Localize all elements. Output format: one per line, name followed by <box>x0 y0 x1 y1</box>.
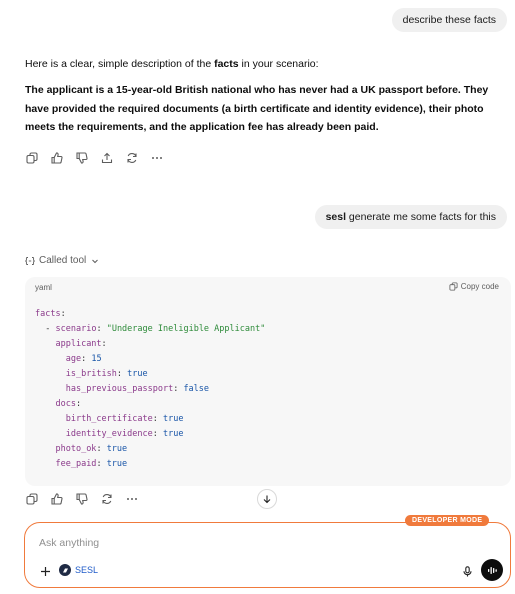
code-line: birth_certificate: true <box>65 414 184 424</box>
code-content: facts: - scenario: "Underage Ineligible … <box>35 307 265 472</box>
code-key: facts <box>35 309 61 319</box>
copy-icon[interactable] <box>25 492 39 506</box>
user-message-bubble: sesl generate me some facts for this <box>314 205 507 229</box>
copy-code-button[interactable]: Copy code <box>449 282 499 291</box>
code-key: photo_ok <box>55 444 97 454</box>
tool-icon <box>25 256 35 265</box>
code-line: - scenario: "Underage Ineligible Applica… <box>45 324 266 334</box>
code-line: is_british: true <box>65 369 148 379</box>
assistant-body-text: The applicant is a 15-year-old British n… <box>25 84 489 133</box>
code-language: yaml <box>35 283 52 292</box>
scroll-to-bottom-button[interactable] <box>257 489 277 509</box>
thumbs-up-icon[interactable] <box>50 492 64 506</box>
regenerate-icon[interactable] <box>100 492 114 506</box>
more-icon[interactable] <box>150 151 164 165</box>
sesl-app-icon <box>59 564 71 576</box>
code-value: true <box>162 414 184 424</box>
tool-chip-label: SESL <box>75 565 99 575</box>
code-key: applicant <box>55 339 102 349</box>
code-key: docs <box>55 399 76 409</box>
code-value: "Underage Ineligible Applicant" <box>106 324 266 334</box>
code-line: age: 15 <box>65 354 102 364</box>
assistant-intro-text: Here is a clear, simple description of t… <box>25 58 215 70</box>
code-block: yaml Copy code facts: - scenario: "Under… <box>25 277 511 486</box>
share-icon[interactable] <box>100 151 114 165</box>
code-key: age <box>65 354 82 364</box>
tool-chip-sesl[interactable]: SESL <box>59 564 98 576</box>
code-value: true <box>127 369 148 379</box>
message-actions <box>25 492 139 506</box>
thumbs-up-icon[interactable] <box>50 151 64 165</box>
plus-icon <box>40 566 50 576</box>
waveform-icon <box>487 566 497 574</box>
more-icon[interactable] <box>125 492 139 506</box>
arrow-down-icon <box>263 495 271 504</box>
code-key: fee_paid <box>55 459 97 469</box>
dictate-button[interactable] <box>460 564 474 578</box>
copy-icon <box>449 282 458 291</box>
copy-icon[interactable] <box>25 151 39 165</box>
code-value: true <box>162 429 184 439</box>
user-message-mention: sesl <box>325 211 347 223</box>
regenerate-icon[interactable] <box>125 151 139 165</box>
thumbs-down-icon[interactable] <box>75 151 89 165</box>
copy-code-label: Copy code <box>460 282 499 291</box>
user-message-text: describe these facts <box>402 14 496 26</box>
code-line: photo_ok: true <box>55 444 128 454</box>
code-key: has_previous_passport <box>65 384 174 394</box>
code-line: applicant: <box>55 339 107 349</box>
assistant-intro-tail: in your scenario: <box>238 58 319 70</box>
composer: Ask anything SESL <box>24 522 511 588</box>
code-key: birth_certificate <box>65 414 153 424</box>
code-value: true <box>106 444 128 454</box>
chevron-down-icon <box>92 259 99 263</box>
add-attachment-button[interactable] <box>38 564 52 578</box>
code-key: scenario <box>55 324 97 334</box>
code-line: facts: <box>35 309 66 319</box>
code-key: is_british <box>65 369 117 379</box>
called-tool-toggle[interactable]: Called tool <box>25 255 100 266</box>
code-line: docs: <box>55 399 82 409</box>
code-value: 15 <box>91 354 102 364</box>
developer-mode-badge: DEVELOPER MODE <box>405 515 490 526</box>
code-line: fee_paid: true <box>55 459 128 469</box>
microphone-icon <box>462 565 472 576</box>
assistant-intro: Here is a clear, simple description of t… <box>25 55 495 74</box>
code-value: true <box>106 459 128 469</box>
voice-mode-button[interactable] <box>481 559 503 581</box>
message-actions <box>25 151 164 165</box>
assistant-intro-bold: facts <box>214 58 239 70</box>
code-line: identity_evidence: true <box>65 429 184 439</box>
assistant-body: The applicant is a 15-year-old British n… <box>25 81 495 137</box>
code-key: identity_evidence <box>65 429 153 439</box>
message-input[interactable]: Ask anything <box>39 537 99 549</box>
user-message-text: generate me some facts for this <box>346 211 496 223</box>
user-message-bubble: describe these facts <box>391 8 507 32</box>
code-line: has_previous_passport: false <box>65 384 210 394</box>
called-tool-label: Called tool <box>39 255 87 266</box>
thumbs-down-icon[interactable] <box>75 492 89 506</box>
code-value: false <box>183 384 210 394</box>
